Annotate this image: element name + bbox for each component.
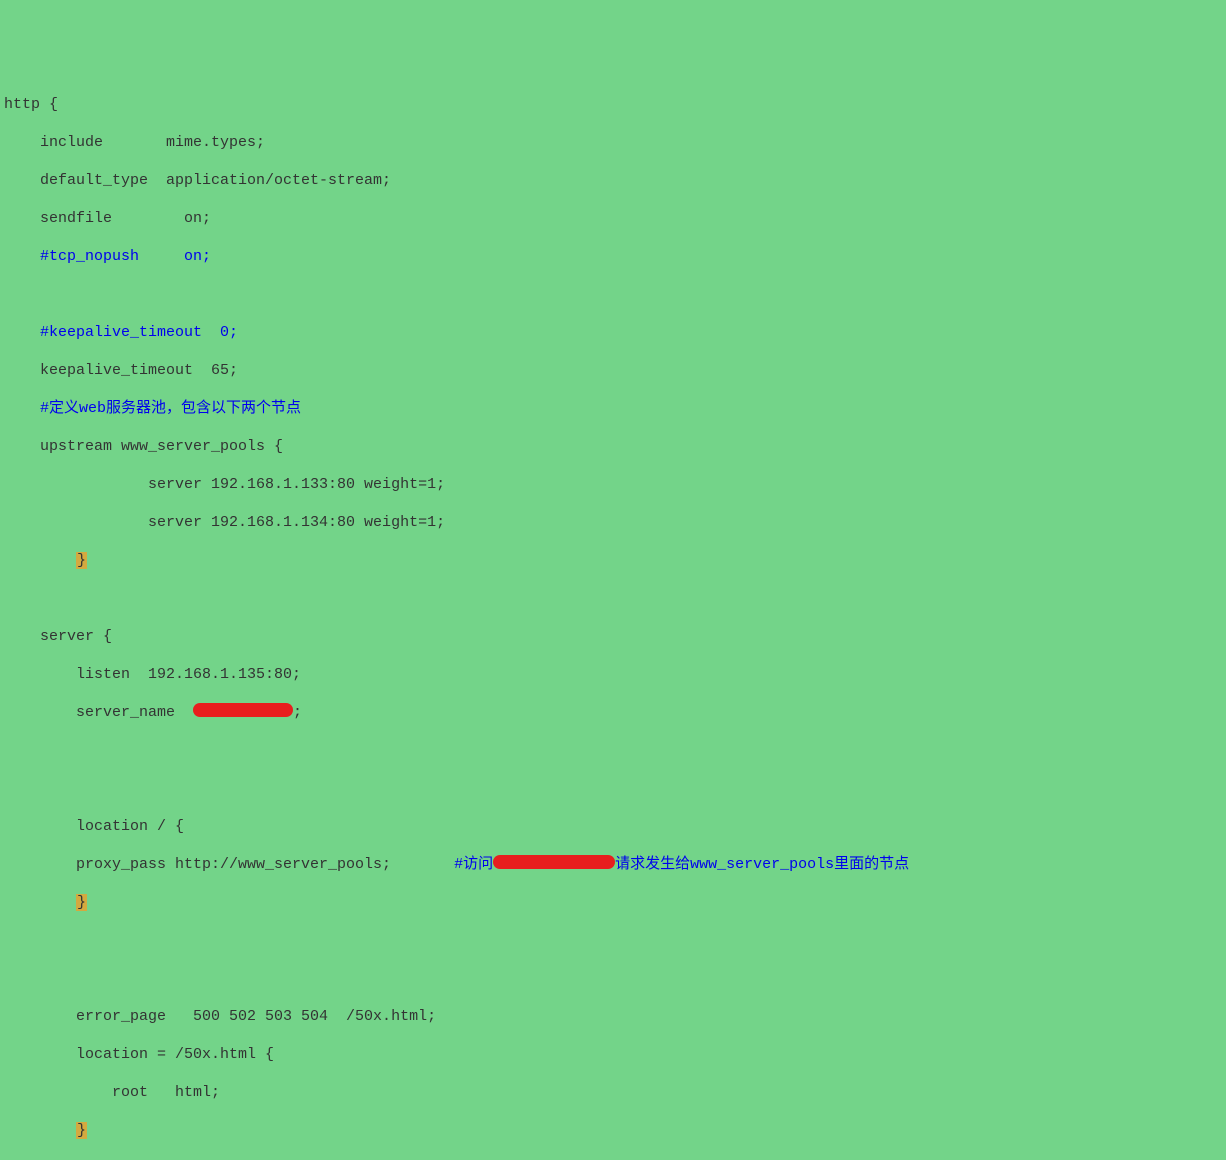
highlighted-brace: } [76, 1122, 87, 1139]
code-line: proxy_pass http://www_server_pools; #访问 请… [4, 855, 1226, 874]
nginx-config-code: http { include mime.types; default_type … [0, 76, 1226, 1160]
code-line: location = /50x.html { [4, 1045, 1226, 1064]
highlighted-brace: } [76, 894, 87, 911]
code-line: location / { [4, 817, 1226, 836]
code-text: server_name [4, 704, 193, 721]
code-line: } [4, 551, 1226, 570]
code-line: sendfile on; [4, 209, 1226, 228]
indent [4, 1122, 76, 1139]
blank-line [4, 285, 1226, 304]
code-line: server 192.168.1.133:80 weight=1; [4, 475, 1226, 494]
comment-text: 请求发生给www_server_pools里面的节点 [615, 856, 909, 873]
code-line: http { [4, 95, 1226, 114]
comment-line: #定义web服务器池，包含以下两个节点 [4, 399, 1226, 418]
code-text: ; [293, 704, 302, 721]
code-line: keepalive_timeout 65; [4, 361, 1226, 380]
code-text: proxy_pass http://www_server_pools; [4, 856, 454, 873]
code-line: upstream www_server_pools { [4, 437, 1226, 456]
redacted-mark [493, 855, 615, 869]
blank-line [4, 779, 1226, 798]
highlighted-brace: } [76, 552, 87, 569]
code-line: error_page 500 502 503 504 /50x.html; [4, 1007, 1226, 1026]
code-line: } [4, 1121, 1226, 1140]
blank-line [4, 589, 1226, 608]
code-line: server { [4, 627, 1226, 646]
blank-line [4, 741, 1226, 760]
code-line: } [4, 1159, 1226, 1160]
comment-text: #访问 [454, 856, 493, 873]
indent [4, 894, 76, 911]
comment-line: #keepalive_timeout 0; [4, 323, 1226, 342]
code-line: default_type application/octet-stream; [4, 171, 1226, 190]
code-line: listen 192.168.1.135:80; [4, 665, 1226, 684]
code-line: server 192.168.1.134:80 weight=1; [4, 513, 1226, 532]
blank-line [4, 931, 1226, 950]
indent [4, 552, 76, 569]
code-line: server_name ; [4, 703, 1226, 722]
code-line: root html; [4, 1083, 1226, 1102]
code-line: include mime.types; [4, 133, 1226, 152]
redacted-mark [193, 703, 293, 717]
code-line: } [4, 893, 1226, 912]
comment-line: #tcp_nopush on; [4, 247, 1226, 266]
blank-line [4, 969, 1226, 988]
